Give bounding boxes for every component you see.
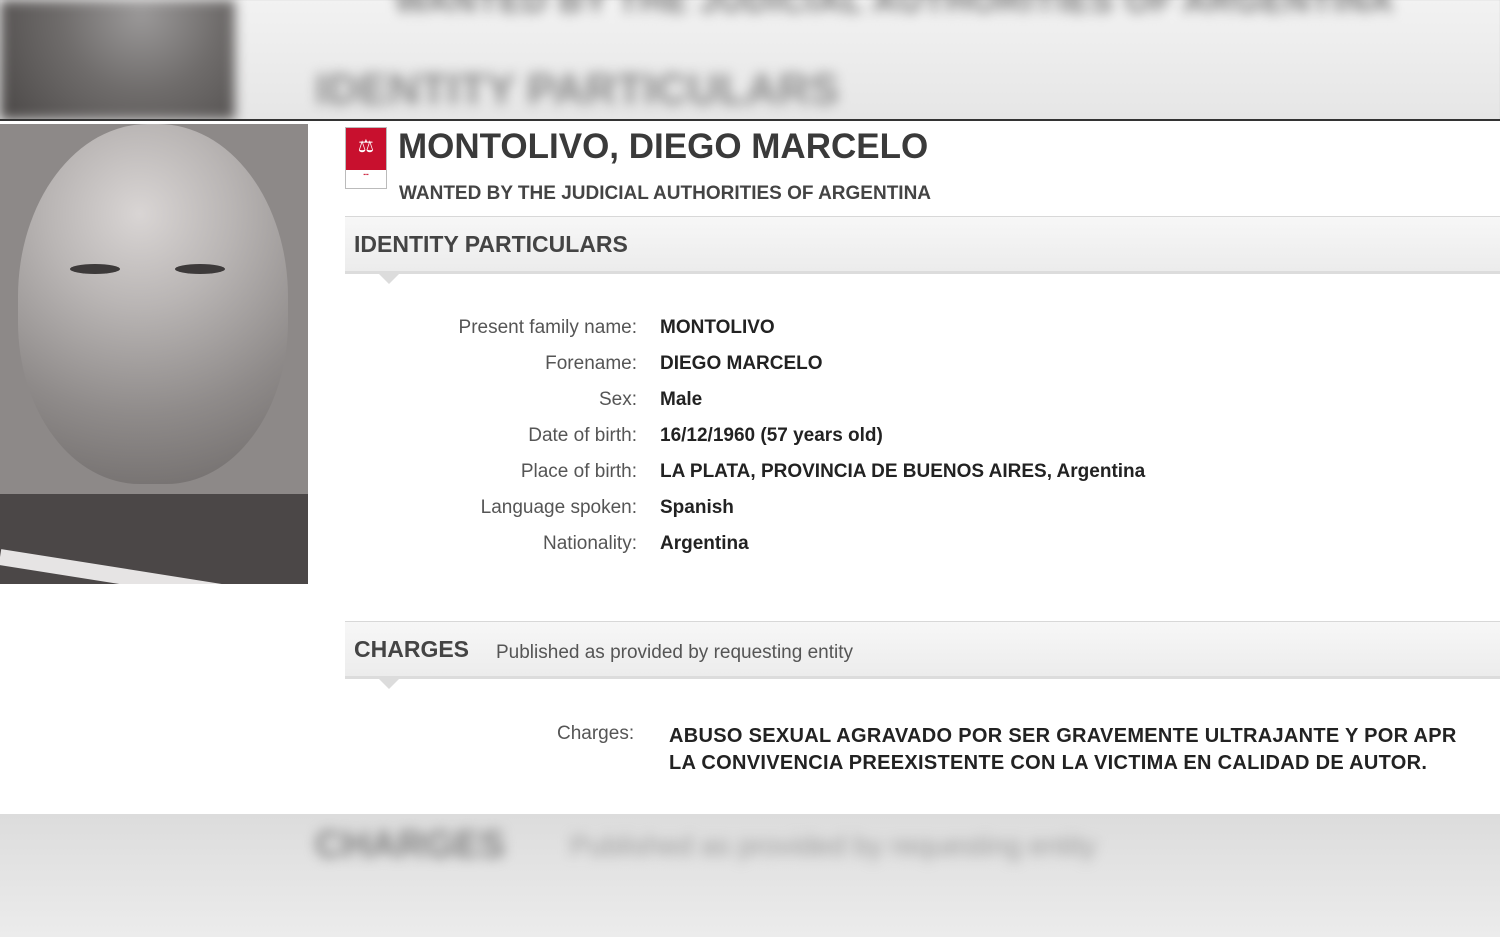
section-pointer-icon	[379, 274, 399, 284]
field-value: Male	[660, 389, 703, 410]
field-row: Language spoken: Spanish	[345, 497, 1500, 527]
identity-section-title: IDENTITY PARTICULARS	[354, 231, 628, 257]
field-label: Place of birth:	[520, 461, 637, 482]
field-value: LA PLATA, PROVINCIA DE BUENOS AIRES, Arg…	[660, 461, 1146, 482]
wanted-person-name: MONTOLIVO, DIEGO MARCELO	[398, 127, 929, 166]
blurred-photo	[0, 0, 235, 120]
blurred-background-bottom: CHARGES Published as provided by request…	[0, 814, 1500, 937]
left-eye	[70, 264, 120, 274]
charges-text: ABUSO SEXUAL AGRAVADO POR SER GRAVEMENTE…	[669, 723, 1500, 777]
field-row: Sex: Male	[345, 389, 1500, 419]
logo-emblem: ⚖	[346, 128, 386, 170]
interpol-logo-icon: ⚖ ▪▪▪	[345, 127, 387, 189]
field-label: Nationality:	[543, 533, 637, 554]
charges-line-2: LA CONVIVENCIA PREEXISTENTE CON LA VICTI…	[669, 752, 1428, 774]
mugshot-photo	[0, 124, 308, 584]
notice-card: ⚖ ▪▪▪ MONTOLIVO, DIEGO MARCELO WANTED BY…	[0, 119, 1500, 816]
field-row: Present family name: MONTOLIVO	[345, 317, 1500, 347]
field-row: Nationality: Argentina	[345, 533, 1500, 563]
field-row: Forename: DIEGO MARCELO	[345, 353, 1500, 383]
blurred-subtitle: WANTED BY THE JUDICIAL AUTHORITIES OF AR…	[395, 0, 1395, 20]
section-pointer-icon	[379, 679, 399, 689]
blurred-charges-title: CHARGES	[315, 824, 506, 866]
field-value: 16/12/1960 (57 years old)	[660, 425, 883, 446]
field-value: MONTOLIVO	[660, 317, 775, 338]
logo-caption: ▪▪▪	[363, 172, 369, 178]
field-row: Place of birth: LA PLATA, PROVINCIA DE B…	[345, 461, 1500, 491]
field-label: Date of birth:	[528, 425, 637, 446]
identity-section-header: IDENTITY PARTICULARS	[345, 216, 1500, 284]
field-value: DIEGO MARCELO	[660, 353, 823, 374]
face	[18, 124, 288, 484]
blurred-charges-subtitle: Published as provided by requesting enti…	[570, 830, 1097, 861]
charges-section-title: CHARGES	[354, 636, 470, 662]
field-label: Present family name:	[458, 317, 637, 338]
charges-line-1: ABUSO SEXUAL AGRAVADO POR SER GRAVEMENTE…	[669, 725, 1457, 747]
right-eye	[175, 264, 225, 274]
field-row: Date of birth: 16/12/1960 (57 years old)	[345, 425, 1500, 455]
blurred-section-title: IDENTITY PARTICULARS	[315, 65, 839, 114]
field-value: Argentina	[660, 533, 749, 554]
field-value: Spanish	[660, 497, 734, 518]
blurred-background-top: WANTED BY THE JUDICIAL AUTHORITIES OF AR…	[0, 0, 1500, 120]
charges-section-subtitle: Published as provided by requesting enti…	[496, 642, 854, 663]
charges-label: Charges:	[557, 723, 635, 744]
field-label: Sex:	[598, 389, 637, 410]
field-label: Forename:	[545, 353, 637, 374]
notice-subtitle: WANTED BY THE JUDICIAL AUTHORITIES OF AR…	[399, 183, 932, 204]
field-label: Language spoken:	[480, 497, 637, 518]
charges-section-header: CHARGES Published as provided by request…	[345, 621, 1500, 689]
